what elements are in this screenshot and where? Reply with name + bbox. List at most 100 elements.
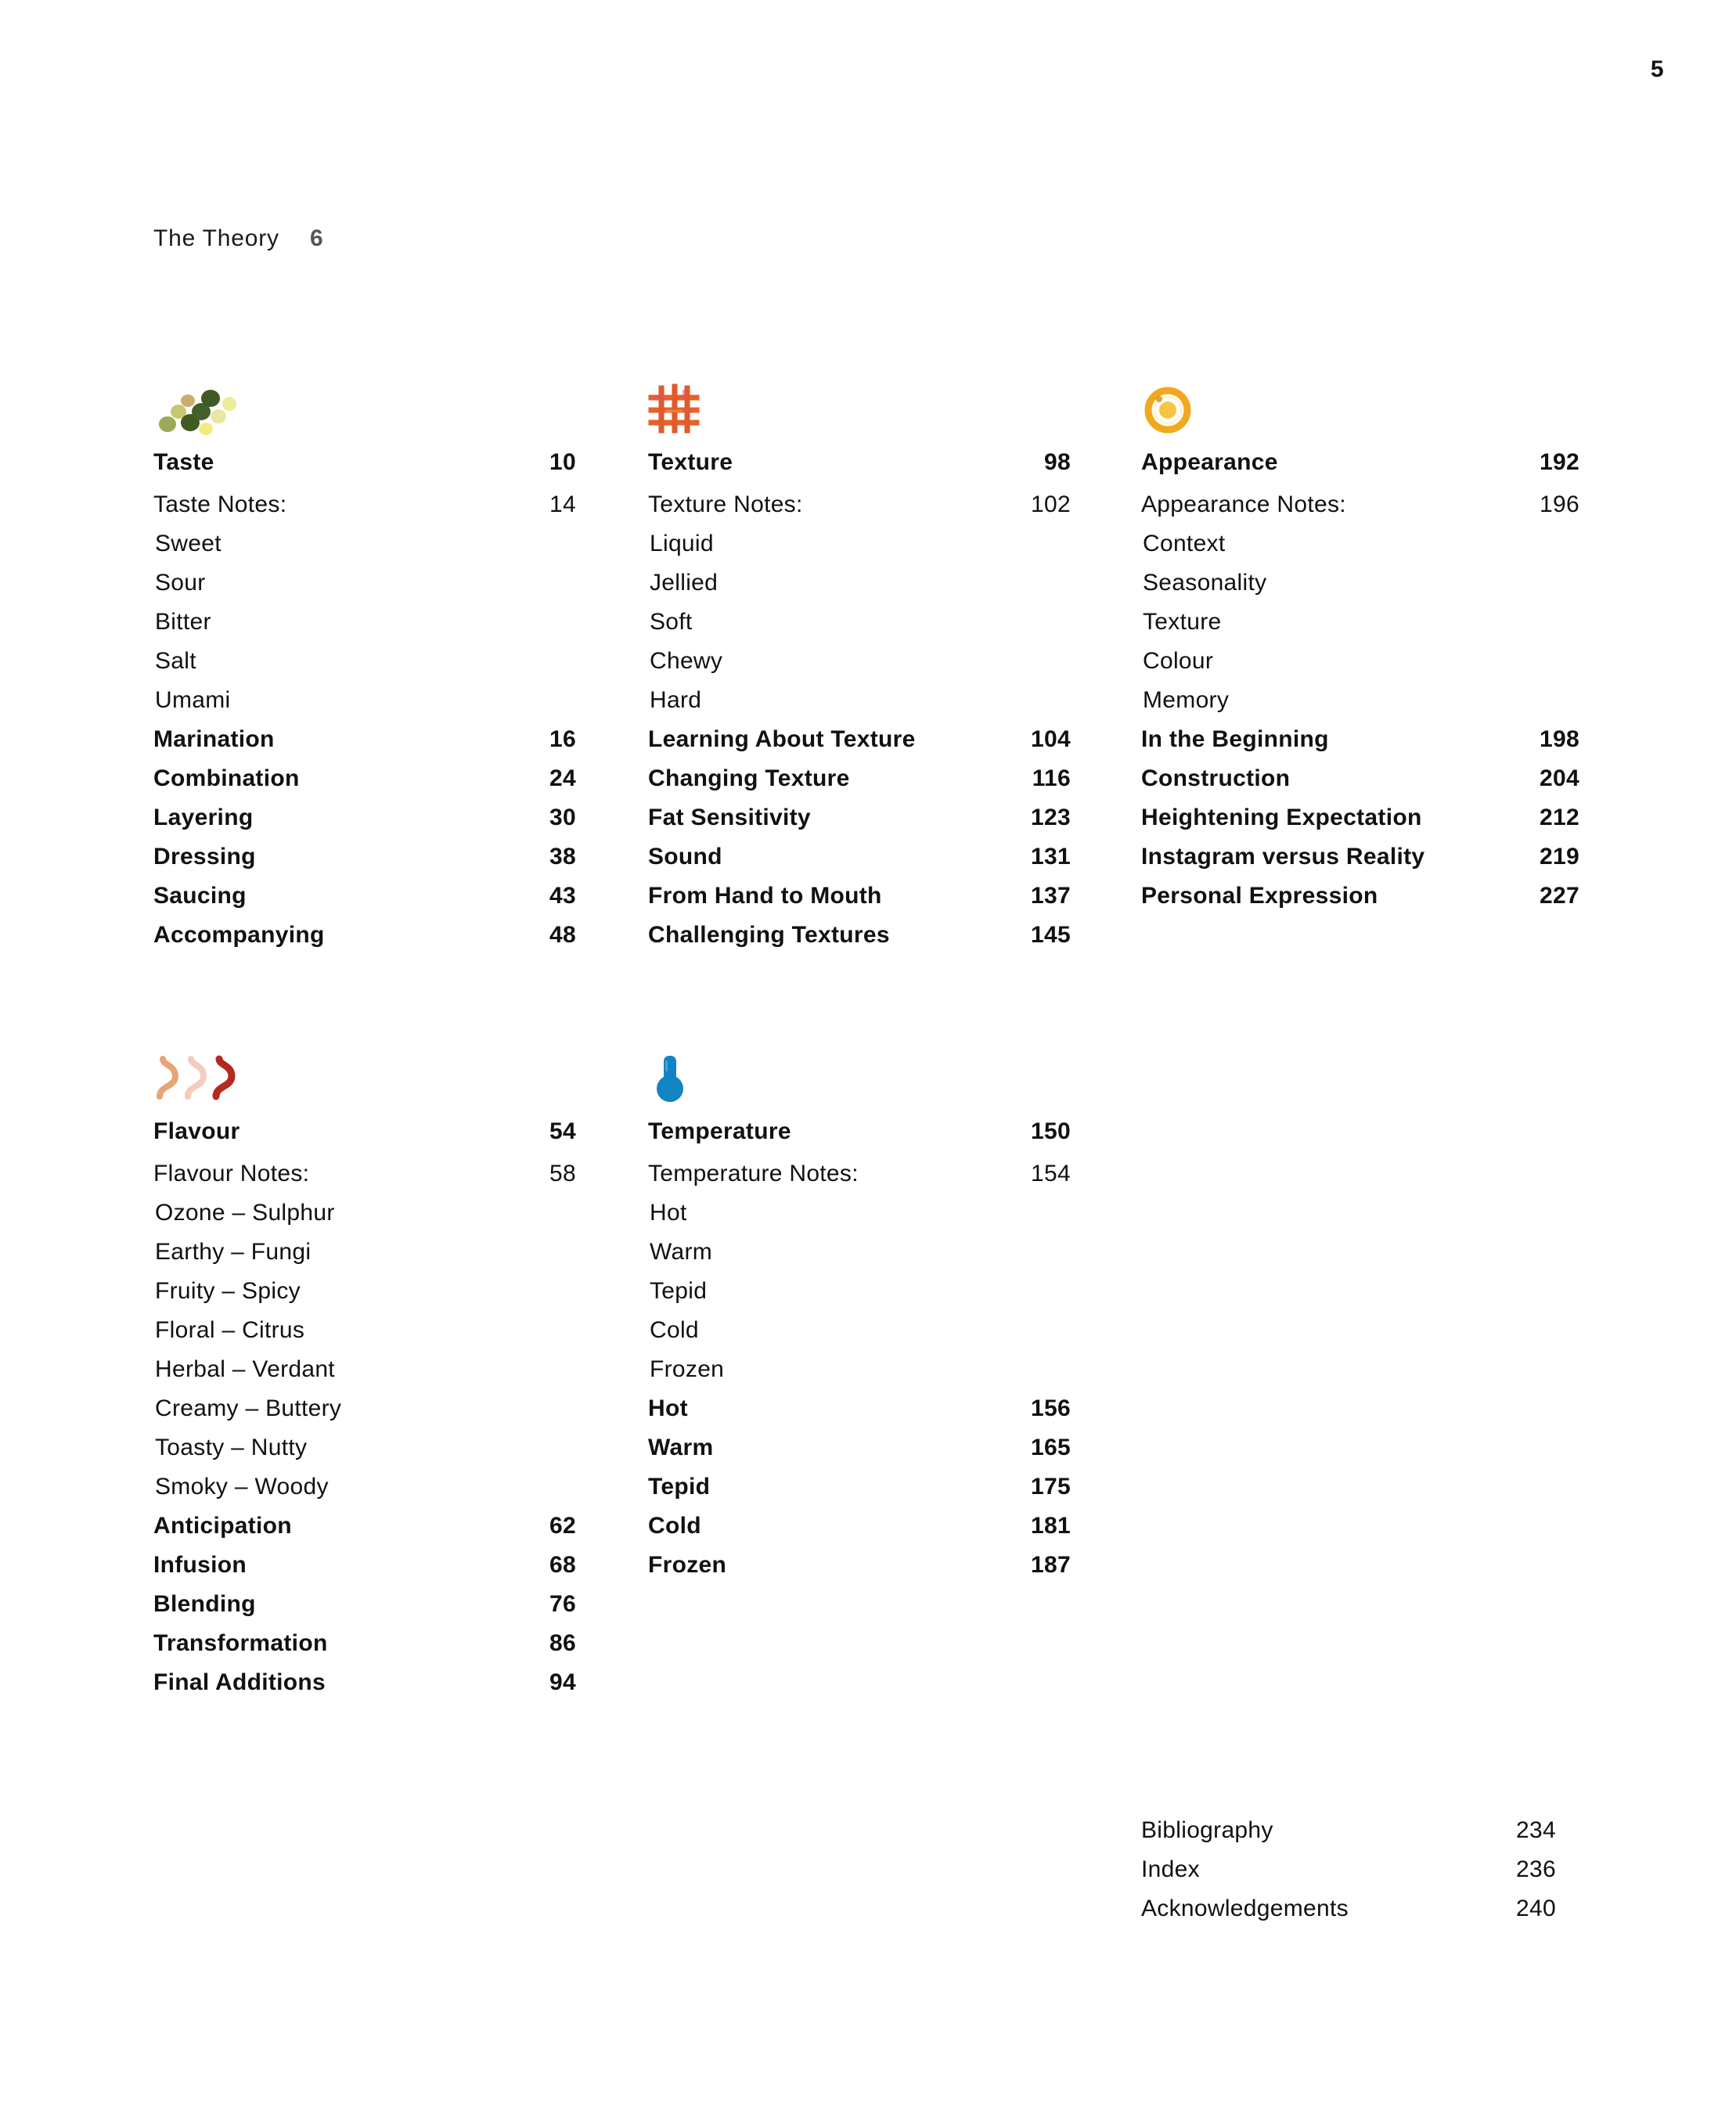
toc-subitem-label: Herbal – Verdant (155, 1356, 335, 1382)
toc-subitem-row: Umami (153, 687, 576, 726)
toc-subitem-row: Sweet (153, 531, 576, 570)
toc-subitem-label: Ozone – Sulphur (155, 1200, 335, 1226)
toc-lead-row[interactable]: Flavour Notes: 58 (153, 1161, 576, 1200)
toc-lead-page: 196 (1540, 491, 1579, 517)
toc-entry-label: Hot (648, 1395, 688, 1421)
toc-subitem-row: Earthy – Fungi (153, 1239, 576, 1278)
toc-entry-row[interactable]: Warm 165 (648, 1435, 1071, 1474)
toc-subitem-row: Frozen (648, 1356, 1071, 1395)
toc-entry-row[interactable]: Infusion 68 (153, 1552, 576, 1591)
toc-entry-row[interactable]: Sound 131 (648, 844, 1071, 883)
toc-lead-label: Taste Notes: (153, 491, 287, 517)
toc-entry-page: 38 (549, 844, 576, 870)
toc-subitem-row: Hot (648, 1200, 1071, 1239)
toc-lead-row[interactable]: Temperature Notes: 154 (648, 1161, 1071, 1200)
toc-entry-label: Layering (153, 805, 254, 830)
toc-entry-row[interactable]: Dressing 38 (153, 844, 576, 883)
toc-entry-row[interactable]: Challenging Textures 145 (648, 922, 1071, 961)
back-matter-row[interactable]: Bibliography 234 (1141, 1817, 1556, 1856)
toc-entry-row[interactable]: Heightening Expectation 212 (1141, 805, 1579, 844)
toc-section-title-row[interactable]: Taste 10 (153, 449, 576, 491)
section-title-page: 10 (549, 449, 576, 475)
toc-entry-row[interactable]: Fat Sensitivity 123 (648, 805, 1071, 844)
toc-section-title-row[interactable]: Flavour 54 (153, 1118, 576, 1161)
back-matter-label: Index (1141, 1856, 1200, 1882)
toc-subitem-label: Colour (1143, 648, 1214, 674)
toc-subitem-label: Seasonality (1143, 570, 1267, 596)
toc-entry-page: 165 (1031, 1435, 1071, 1460)
toc-subitem-row: Salt (153, 648, 576, 687)
toc-entry-row[interactable]: Hot 156 (648, 1395, 1071, 1435)
toc-subitem-row: Herbal – Verdant (153, 1356, 576, 1395)
back-matter-row[interactable]: Index 236 (1141, 1856, 1556, 1896)
toc-entry-row[interactable]: Changing Texture 116 (648, 765, 1071, 805)
toc-entry-row[interactable]: Personal Expression 227 (1141, 883, 1579, 922)
toc-entry-page: 219 (1540, 844, 1579, 870)
back-matter-label: Bibliography (1141, 1817, 1273, 1843)
toc-list-temperature: Temperature 150 Temperature Notes: 154 H… (648, 1118, 1071, 1591)
toc-lead-page: 14 (549, 491, 576, 517)
toc-entry-label: Fat Sensitivity (648, 805, 811, 830)
toc-subitem-row: Hard (648, 687, 1071, 726)
toc-entry-label: In the Beginning (1141, 726, 1329, 752)
toc-entry-label: Construction (1141, 765, 1291, 791)
toc-entry-row[interactable]: Transformation 86 (153, 1630, 576, 1669)
toc-subitem-label: Memory (1143, 687, 1230, 713)
back-matter-list: Bibliography 234 Index 236 Acknowledgeme… (1141, 1817, 1556, 1935)
toc-entry-row[interactable]: Learning About Texture 104 (648, 726, 1071, 765)
toc-entry-row[interactable]: Frozen 187 (648, 1552, 1071, 1591)
toc-entry-label: Learning About Texture (648, 726, 916, 752)
toc-entry-label: Tepid (648, 1474, 711, 1500)
toc-section-title-row[interactable]: Appearance 192 (1141, 449, 1579, 491)
toc-entry-row[interactable]: Tepid 175 (648, 1474, 1071, 1513)
toc-subitem-row: Bitter (153, 609, 576, 648)
toc-entry-row[interactable]: In the Beginning 198 (1141, 726, 1579, 765)
toc-subitem-label: Hot (650, 1200, 687, 1226)
toc-entry-row[interactable]: Accompanying 48 (153, 922, 576, 961)
toc-entry-row[interactable]: Cold 181 (648, 1513, 1071, 1552)
toc-entry-page: 48 (549, 922, 576, 948)
toc-section-title-row[interactable]: Temperature 150 (648, 1118, 1071, 1161)
toc-section-title-row[interactable]: Texture 98 (648, 449, 1071, 491)
toc-lead-label: Texture Notes: (648, 491, 803, 517)
toc-entry-row[interactable]: From Hand to Mouth 137 (648, 883, 1071, 922)
section-title: Temperature (648, 1118, 791, 1144)
toc-entry-row[interactable]: Layering 30 (153, 805, 576, 844)
toc-subitem-label: Frozen (650, 1356, 725, 1382)
toc-entry-label: Combination (153, 765, 300, 791)
toc-entry-label: Anticipation (153, 1513, 292, 1539)
toc-subitem-label: Texture (1143, 609, 1222, 635)
toc-lead-row[interactable]: Appearance Notes: 196 (1141, 491, 1579, 531)
toc-entry-row[interactable]: Anticipation 62 (153, 1513, 576, 1552)
toc-entry-label: Marination (153, 726, 275, 752)
toc-subitem-row: Cold (648, 1317, 1071, 1356)
toc-entry-row[interactable]: Instagram versus Reality 219 (1141, 844, 1579, 883)
toc-entry-page: 175 (1031, 1474, 1071, 1500)
toc-subitem-row: Smoky – Woody (153, 1474, 576, 1513)
toc-subitem-row: Creamy – Buttery (153, 1395, 576, 1435)
section-title: Flavour (153, 1118, 240, 1144)
back-matter-row[interactable]: Acknowledgements 240 (1141, 1896, 1556, 1935)
toc-subitem-label: Chewy (650, 648, 723, 674)
toc-subitem-label: Floral – Citrus (155, 1317, 305, 1343)
toc-lead-page: 58 (549, 1161, 576, 1186)
concentric-ring-icon (1141, 383, 1579, 435)
section-title: Texture (648, 449, 733, 475)
toc-entry-page: 62 (549, 1513, 576, 1539)
toc-subitem-label: Sweet (155, 531, 222, 556)
toc-entry-row[interactable]: Blending 76 (153, 1591, 576, 1630)
toc-subitem-row: Context (1141, 531, 1579, 570)
toc-entry-page: 156 (1031, 1395, 1071, 1421)
toc-entry-row[interactable]: Saucing 43 (153, 883, 576, 922)
toc-entry-row[interactable]: Construction 204 (1141, 765, 1579, 805)
toc-entry-row[interactable]: Final Additions 94 (153, 1669, 576, 1709)
toc-entry-row[interactable]: Marination 16 (153, 726, 576, 765)
toc-entry-label: Saucing (153, 883, 247, 909)
toc-lead-label: Appearance Notes: (1141, 491, 1346, 517)
section-title-page: 98 (1044, 449, 1071, 475)
toc-lead-row[interactable]: Taste Notes: 14 (153, 491, 576, 531)
toc-entry-page: 123 (1031, 805, 1071, 830)
toc-entry-row[interactable]: Combination 24 (153, 765, 576, 805)
toc-lead-row[interactable]: Texture Notes: 102 (648, 491, 1071, 531)
toc-entry-page: 204 (1540, 765, 1579, 791)
